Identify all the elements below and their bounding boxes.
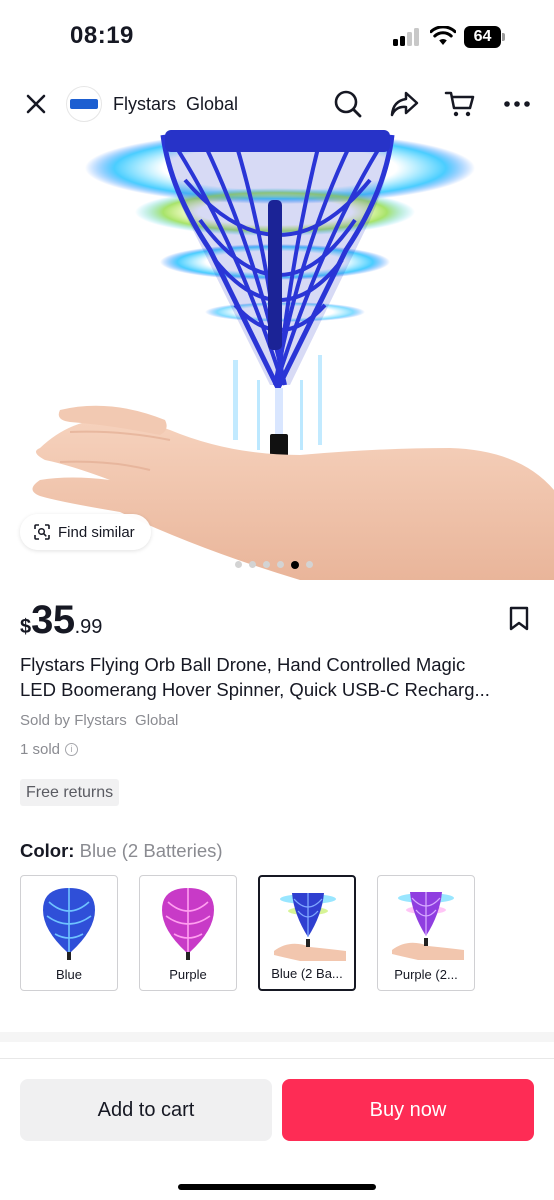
- info-icon[interactable]: i: [65, 743, 79, 756]
- more-icon[interactable]: [499, 86, 535, 122]
- carousel-dot[interactable]: [249, 561, 256, 568]
- variant-label: Purple (2...: [394, 967, 458, 982]
- buy-now-button[interactable]: Buy now: [282, 1079, 534, 1141]
- sold-count: 1 sold i: [20, 741, 79, 758]
- wifi-icon: [430, 26, 456, 45]
- bookmark-icon[interactable]: [508, 606, 530, 632]
- carousel-dot[interactable]: [263, 561, 270, 568]
- image-search-icon: [34, 524, 50, 540]
- status-time: 08:19: [70, 22, 134, 49]
- price-main: 35: [31, 598, 75, 642]
- carousel-dot[interactable]: [306, 561, 313, 568]
- bottom-bar-border: [0, 1058, 554, 1059]
- top-nav-bar: Flystars Global: [0, 72, 554, 136]
- find-similar-button[interactable]: Find similar: [20, 514, 151, 550]
- color-selection-label: Color: Blue (2 Batteries): [20, 840, 223, 862]
- search-icon[interactable]: [330, 86, 366, 122]
- carousel-dot[interactable]: [277, 561, 284, 568]
- product-image-carousel[interactable]: [0, 130, 554, 580]
- sold-by[interactable]: Sold by Flystars Global: [20, 712, 178, 729]
- shop-name[interactable]: Flystars Global: [113, 94, 238, 115]
- variant-label: Blue (2 Ba...: [271, 966, 343, 981]
- sold-count-text: 1 sold: [20, 741, 61, 758]
- variant-purple[interactable]: Purple: [139, 875, 237, 991]
- product-image: [32, 130, 554, 580]
- battery-indicator: 64: [464, 26, 506, 48]
- variant-purple-2-batteries[interactable]: Purple (2...: [377, 875, 475, 991]
- variant-blue[interactable]: Blue: [20, 875, 118, 991]
- find-similar-label: Find similar: [58, 523, 135, 541]
- variant-label: Purple: [169, 967, 207, 982]
- carousel-dot[interactable]: [235, 561, 242, 568]
- variant-label: Blue: [55, 967, 83, 982]
- home-indicator: [178, 1184, 376, 1190]
- color-variant-list: Blue Purple Blue (2 Ba... Purple (2...: [20, 875, 475, 991]
- section-divider: [0, 1032, 554, 1042]
- price-decimal: .99: [74, 616, 103, 638]
- variant-thumbnail: [274, 893, 346, 961]
- share-icon[interactable]: [386, 86, 422, 122]
- product-title-line2: LED Boomerang Hover Spinner, Quick USB-C…: [20, 679, 490, 700]
- shop-logo[interactable]: [66, 86, 102, 122]
- cart-icon[interactable]: [442, 86, 478, 122]
- color-value: Blue (2 Batteries): [79, 840, 223, 861]
- battery-level: 64: [464, 26, 501, 48]
- add-to-cart-button[interactable]: Add to cart: [20, 1079, 272, 1141]
- price-currency: $: [20, 616, 32, 638]
- carousel-dot-active[interactable]: [291, 560, 299, 569]
- status-bar: 08:19 64: [0, 0, 554, 72]
- product-price: $ 35 .99: [20, 598, 102, 643]
- variant-blue-2-batteries[interactable]: Blue (2 Ba...: [258, 875, 356, 991]
- free-returns-badge[interactable]: Free returns: [20, 779, 120, 806]
- color-label: Color:: [20, 840, 75, 861]
- variant-thumbnail: [392, 892, 464, 960]
- close-icon[interactable]: [18, 86, 54, 122]
- variant-thumbnail: [43, 888, 95, 960]
- product-title[interactable]: Flystars Flying Orb Ball Drone, Hand Con…: [20, 652, 538, 702]
- carousel-pagination: [235, 560, 313, 569]
- cellular-signal-icon: [393, 28, 423, 46]
- variant-thumbnail: [162, 888, 214, 960]
- product-title-line1: Flystars Flying Orb Ball Drone, Hand Con…: [20, 654, 466, 675]
